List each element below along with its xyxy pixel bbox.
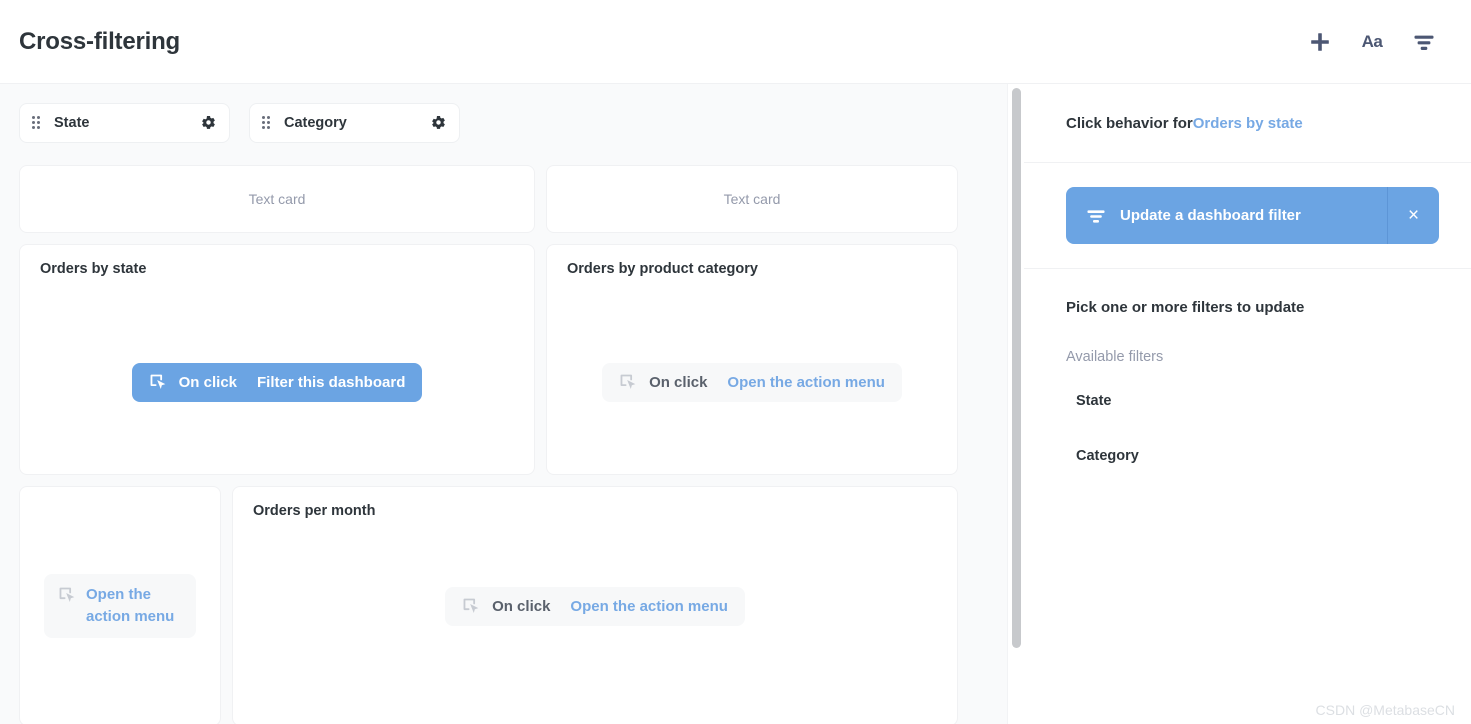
page-title: Cross-filtering [19, 27, 181, 55]
dashcard-click-behavior-overlay: Open the action menu [20, 487, 220, 724]
filter-chip-label: State [54, 115, 90, 131]
sidebar-prompt: Pick one or more filters to update [1066, 299, 1305, 316]
on-click-label: On click [492, 597, 551, 615]
sidebar-heading-prefix: Click behavior for [1066, 114, 1193, 132]
app-header: Cross-filtering Aa [0, 0, 1471, 84]
available-filter-category[interactable]: Category [1066, 440, 1439, 472]
available-filter-state[interactable]: State [1066, 385, 1439, 417]
on-click-label: On click [178, 374, 237, 391]
text-format-icon[interactable]: Aa [1359, 29, 1385, 55]
scrollbar-thumb[interactable] [1011, 88, 1021, 648]
dashcard-click-behavior-overlay: On click Open the action menu [233, 533, 957, 679]
dashcard-click-behavior-overlay: On click Filter this dashboard [20, 291, 534, 474]
selected-behavior-main[interactable]: Update a dashboard filter [1066, 187, 1387, 244]
dashcard-orders-by-product-category[interactable]: Orders by product category On click Open… [546, 244, 958, 475]
dashboard-editor: Cross-filtering Aa State Category Text c… [0, 0, 1471, 724]
drag-handle-icon[interactable] [32, 116, 43, 130]
dashboard-filter-chips: State Category [19, 103, 1007, 143]
dashcard-orders-per-month[interactable]: Orders per month On click Open the actio… [232, 486, 958, 724]
click-action-label[interactable]: Open the action menu [86, 584, 182, 628]
click-action-label[interactable]: Open the action menu [727, 374, 885, 391]
text-format-label: Aa [1361, 31, 1383, 51]
selected-behavior-section: Update a dashboard filter × [1024, 163, 1471, 269]
drag-handle-icon[interactable] [262, 116, 273, 130]
dashcard-orders-by-state[interactable]: Orders by state On click Filter this das… [19, 244, 535, 475]
selected-behavior-button[interactable]: Update a dashboard filter × [1066, 187, 1439, 244]
dashcard-click-behavior-overlay: On click Open the action menu [547, 291, 957, 474]
text-card[interactable]: Text card [19, 165, 535, 233]
grid-row-bottom: Open the action menu Orders per month On… [19, 486, 1007, 724]
watermark: CSDN @MetabaseCN [1315, 702, 1455, 718]
click-behavior-pill[interactable]: On click Open the action menu [445, 586, 745, 626]
filter-icon [1086, 207, 1106, 225]
text-card-label: Text card [248, 191, 306, 207]
click-action-label[interactable]: Filter this dashboard [257, 374, 405, 391]
text-card[interactable]: Text card [546, 165, 958, 233]
click-behavior-pill[interactable]: Open the action menu [44, 574, 196, 638]
app-body: State Category Text card Text card Order… [0, 84, 1471, 724]
dashcard-title: Orders per month [253, 503, 376, 519]
click-cursor-icon [619, 373, 638, 392]
canvas-scrollbar[interactable] [1007, 84, 1024, 724]
gear-icon[interactable] [200, 115, 217, 132]
close-glyph: × [1407, 204, 1420, 226]
selected-behavior-label: Update a dashboard filter [1120, 207, 1301, 224]
available-filters-label: Available filters [1066, 349, 1164, 365]
header-actions: Aa [1307, 29, 1451, 55]
dashboard-grid: Text card Text card Orders by state On c… [19, 165, 1007, 724]
dashcard-title: Orders by product category [567, 261, 758, 277]
filter-chip-category[interactable]: Category [249, 103, 460, 143]
grid-row-questions: Orders by state On click Filter this das… [19, 244, 1007, 475]
close-icon[interactable]: × [1387, 187, 1439, 244]
click-behavior-pill[interactable]: On click Filter this dashboard [131, 363, 423, 402]
text-card-label: Text card [723, 191, 781, 207]
click-cursor-icon [58, 586, 77, 605]
click-cursor-icon [462, 597, 481, 616]
click-behavior-pill[interactable]: On click Open the action menu [602, 363, 902, 402]
grid-row-textcards: Text card Text card [19, 165, 1007, 233]
filter-chip-state[interactable]: State [19, 103, 230, 143]
sidebar-heading: Click behavior for Orders by state [1024, 84, 1471, 163]
dashboard-canvas: State Category Text card Text card Order… [0, 84, 1007, 724]
gear-icon[interactable] [430, 115, 447, 132]
dashcard-narrow[interactable]: Open the action menu [19, 486, 221, 724]
sidebar-heading-card-link[interactable]: Orders by state [1193, 115, 1303, 132]
add-icon[interactable] [1307, 29, 1333, 55]
filter-icon[interactable] [1411, 29, 1437, 55]
filter-chip-label: Category [284, 115, 347, 131]
sidebar-body: Pick one or more filters to update Avail… [1024, 269, 1471, 472]
click-action-label[interactable]: Open the action menu [570, 598, 728, 615]
on-click-label: On click [649, 374, 708, 391]
dashcard-title: Orders by state [40, 261, 147, 277]
click-cursor-icon [149, 373, 168, 392]
click-behavior-sidebar: Click behavior for Orders by state Updat… [1024, 84, 1471, 724]
